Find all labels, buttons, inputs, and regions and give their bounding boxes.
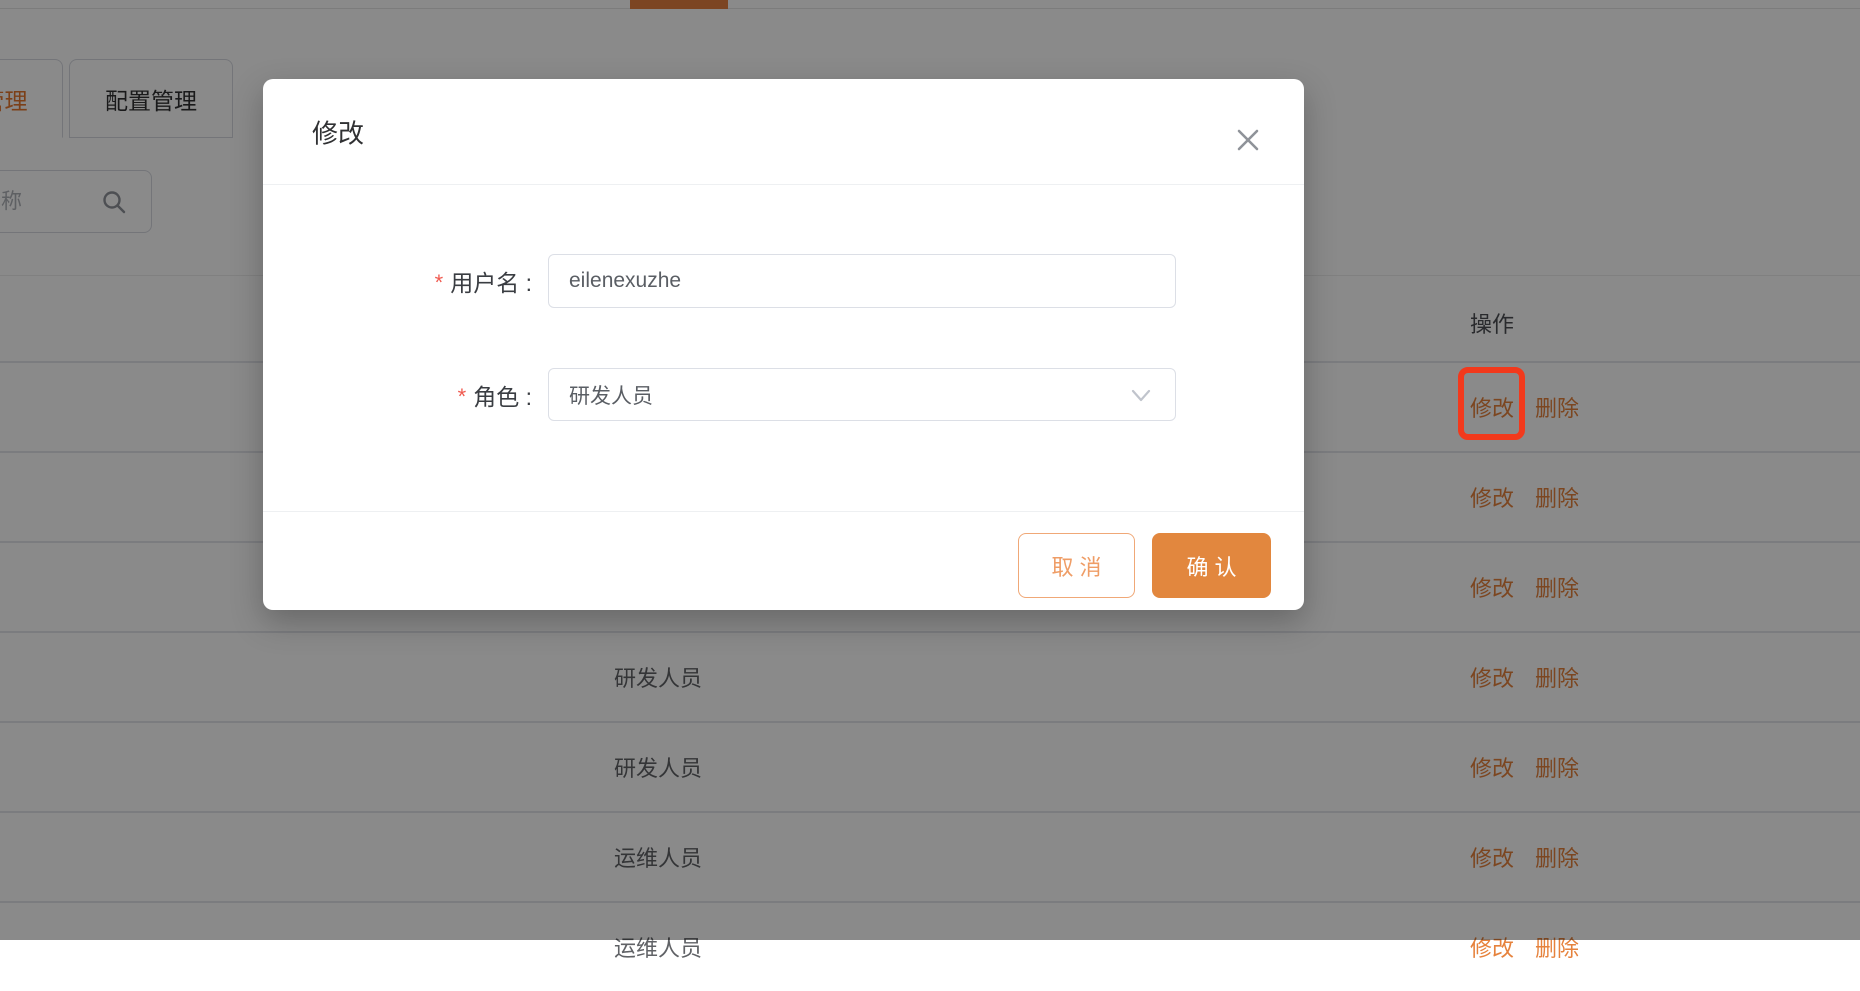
confirm-button[interactable]: 确 认 [1152,533,1271,598]
role-select-value: 研发人员 [569,380,653,410]
dialog-header: 修改 [263,79,1304,185]
cancel-button[interactable]: 取 消 [1018,533,1135,598]
username-label-text: 用户名 : [450,264,532,298]
edit-dialog: 修改 * 用户名 : * 角色 : 研发人员 取 消 确 认 [263,79,1304,610]
role-label-text: 角色 : [473,378,532,412]
dialog-title: 修改 [312,113,364,150]
required-mark: * [435,272,444,294]
dialog-footer: 取 消 确 认 [263,511,1304,610]
close-button[interactable] [1232,124,1264,156]
required-mark: * [458,386,467,408]
role-select[interactable]: 研发人员 [548,368,1176,421]
close-icon [1232,124,1264,156]
role-label: * 角色 : [263,368,532,421]
username-label: * 用户名 : [263,254,532,308]
chevron-down-icon [1129,383,1153,407]
screen: { "tabs": { "user": { "label": "用户管理" },… [0,0,1860,940]
username-input[interactable] [548,254,1176,308]
